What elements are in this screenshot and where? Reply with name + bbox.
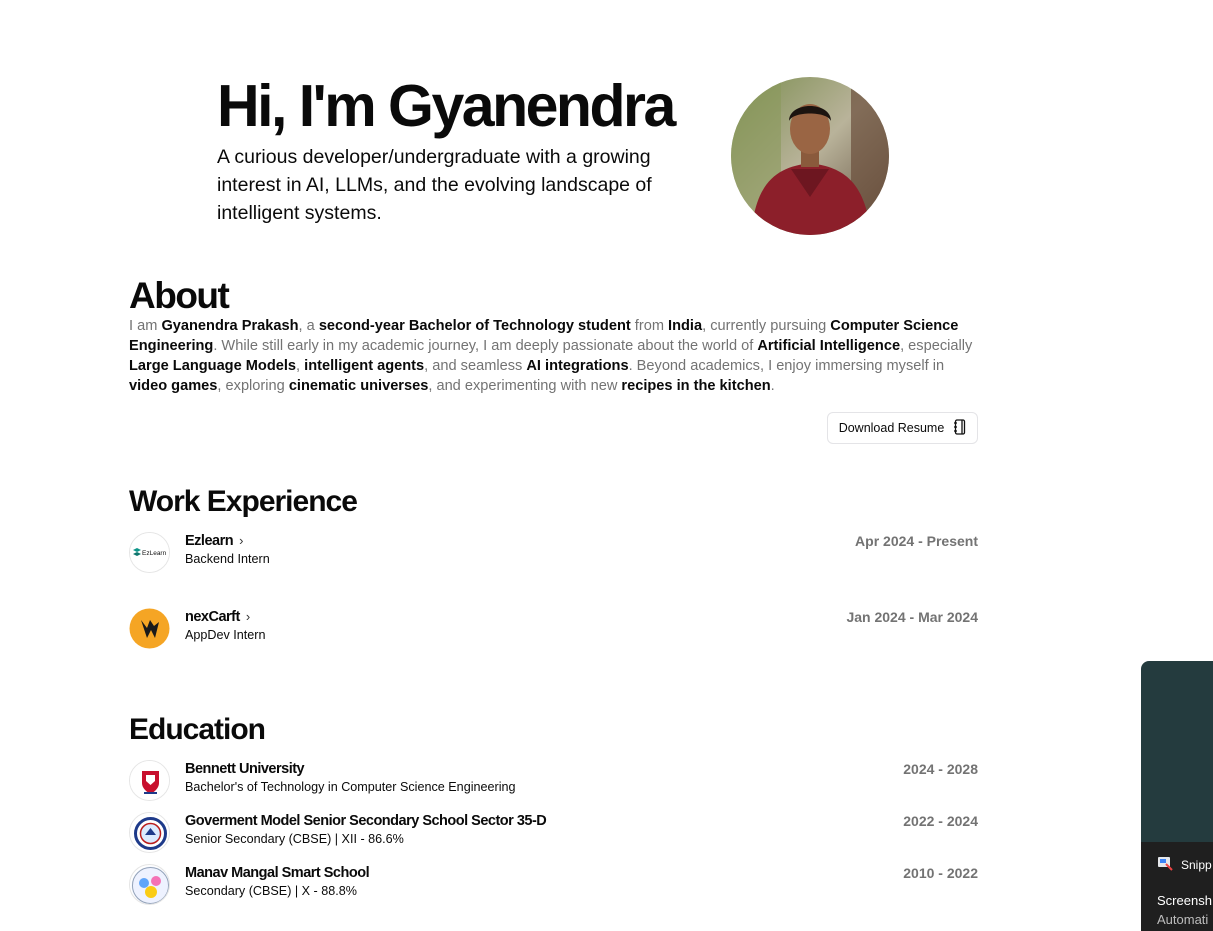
- about-highlight: video games: [129, 378, 218, 394]
- work-dates: Jan 2024 - Mar 2024: [846, 609, 978, 625]
- snipping-tool-icon: [1157, 855, 1173, 874]
- degree: Bachelor's of Technology in Computer Sci…: [185, 780, 516, 794]
- hero-title: Hi, I'm Gyanendra: [217, 73, 676, 139]
- chevron-right-icon: ›: [239, 533, 243, 548]
- bennett-university-logo: [129, 760, 170, 801]
- gmsss-logo: [129, 812, 170, 853]
- education-item-manav-mangal: Manav Mangal Smart School Secondary (CBS…: [129, 864, 978, 906]
- chevron-right-icon: ›: [245, 609, 250, 624]
- download-resume-button[interactable]: Download Resume: [827, 412, 978, 444]
- work-item-nexcarft[interactable]: nexCarft › AppDev Intern Jan 2024 - Mar 2…: [129, 608, 978, 650]
- ezlearn-logo: EzLearn: [129, 532, 170, 573]
- about-highlight: Artificial Intelligence: [757, 338, 901, 354]
- education-item-bennett: Bennett University Bachelor's of Technol…: [129, 760, 978, 802]
- about-segment: , exploring: [217, 378, 289, 394]
- about-highlight: cinematic universes: [288, 378, 429, 394]
- about-highlight: intelligent agents: [304, 358, 425, 374]
- education-item-gmsss: Goverment Model Senior Secondary School …: [129, 812, 978, 854]
- work-role: Backend Intern: [185, 552, 270, 566]
- about-segment: I am: [129, 318, 162, 334]
- school-name: Manav Mangal Smart School: [185, 865, 370, 881]
- about-segment: , currently pursuing: [702, 318, 831, 334]
- company-name: nexCarft: [185, 609, 240, 625]
- work-experience-title: Work Experience: [129, 485, 358, 518]
- about-segment: from: [630, 318, 669, 334]
- about-text: I am Gyanendra Prakash, a second-year Ba…: [129, 316, 979, 396]
- degree: Secondary (CBSE) | X - 88.8%: [185, 884, 357, 898]
- about-segment: ,: [296, 358, 305, 374]
- about-highlight: AI integrations: [526, 358, 629, 374]
- work-item-title[interactable]: nexCarft ›: [185, 608, 250, 626]
- ezlearn-logo-text: EzLearn: [142, 550, 167, 557]
- education-dates: 2022 - 2024: [903, 813, 978, 829]
- hero-subtitle: A curious developer/undergraduate with a…: [217, 146, 652, 224]
- notification-app: Snipp: [1157, 855, 1212, 874]
- work-dates: Apr 2024 - Present: [855, 533, 978, 549]
- about-segment: , a: [298, 318, 319, 334]
- education-dates: 2024 - 2028: [903, 761, 978, 777]
- education-dates: 2010 - 2022: [903, 865, 978, 881]
- about-segment: , and experimenting with new: [428, 378, 622, 394]
- download-resume-label: Download Resume: [838, 421, 945, 435]
- company-name: Ezlearn: [185, 533, 234, 549]
- about-highlight: India: [668, 318, 703, 334]
- about-segment: .: [770, 378, 775, 394]
- about-segment: , especially: [900, 338, 973, 354]
- about-highlight: recipes in the kitchen: [621, 378, 771, 394]
- avatar: [731, 77, 889, 235]
- about-segment: , and seamless: [424, 358, 527, 374]
- work-role: AppDev Intern: [185, 628, 266, 642]
- about-segment: . While still early in my academic journ…: [213, 338, 758, 354]
- school-name: Goverment Model Senior Secondary School …: [185, 813, 547, 829]
- notification-app-name: Snipp: [1181, 857, 1212, 872]
- notification-body: Automati: [1157, 912, 1209, 927]
- degree: Senior Secondary (CBSE) | XII - 86.6%: [185, 832, 404, 846]
- school-name: Bennett University: [185, 761, 305, 777]
- page: Hi, I'm Gyanendra A curious developer/un…: [0, 0, 1213, 931]
- about-highlight: Large Language Models: [129, 358, 297, 374]
- about-highlight: Gyanendra Prakash: [161, 318, 299, 334]
- notebook-icon: [953, 418, 966, 438]
- work-item-title[interactable]: Ezlearn ›: [185, 532, 243, 550]
- work-item-ezlearn[interactable]: EzLearn Ezlearn › Backend Intern Apr 2024…: [129, 532, 978, 574]
- nexcarft-logo: [129, 608, 170, 649]
- about-highlight: second-year Bachelor of Technology stude…: [318, 318, 631, 334]
- notification-title: Screensh: [1157, 893, 1212, 908]
- about-segment: . Beyond academics, I enjoy immersing my…: [628, 358, 945, 374]
- education-title: Education: [129, 713, 266, 746]
- about-title: About: [129, 275, 230, 316]
- manav-mangal-logo: [129, 864, 170, 905]
